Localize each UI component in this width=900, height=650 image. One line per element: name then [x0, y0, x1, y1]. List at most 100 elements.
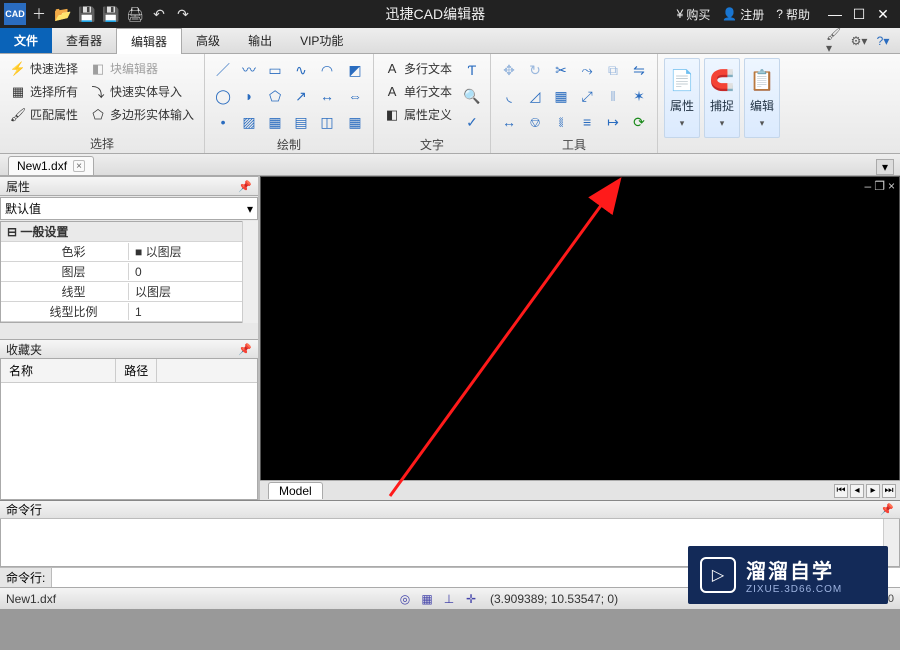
settings-dropdown-icon[interactable]: ⚙▾	[850, 32, 868, 50]
refresh-icon[interactable]: ⟳	[627, 110, 651, 134]
edit-button[interactable]: 📋 编辑▾	[744, 58, 780, 138]
help-button[interactable]: ?帮助	[772, 6, 814, 23]
region-icon[interactable]: ▦	[263, 110, 287, 134]
doc-close-icon[interactable]: ×	[888, 179, 895, 193]
grid-icon[interactable]: ▦	[343, 110, 367, 134]
print-icon[interactable]: 🖨	[124, 3, 146, 25]
properties-button[interactable]: 📄 属性▾	[664, 58, 700, 138]
buy-button[interactable]: ¥购买	[673, 6, 715, 23]
tab-advanced[interactable]: 高级	[182, 28, 234, 53]
doc-tabs-more-icon[interactable]: ▾	[876, 159, 894, 175]
hatch-icon[interactable]: ▨	[237, 110, 261, 134]
fav-col-path[interactable]: 路径	[116, 359, 157, 382]
point-icon[interactable]: •	[211, 110, 235, 134]
favorites-panel-header[interactable]: 收藏夹 📌	[0, 339, 258, 359]
tab-vip[interactable]: VIP功能	[286, 28, 357, 53]
chamfer-icon[interactable]: ◿	[523, 84, 547, 108]
array-icon[interactable]: ▦	[549, 84, 573, 108]
fav-col-name[interactable]: 名称	[1, 359, 116, 382]
properties-selector[interactable]: 默认值▾	[0, 197, 258, 220]
match-props-button[interactable]: 🖌匹配属性	[6, 104, 82, 125]
properties-panel-header[interactable]: 属性 📌	[0, 176, 258, 196]
extend-icon[interactable]: ⤳	[575, 58, 599, 82]
prop-row-linescale[interactable]: 线型比例1	[1, 302, 257, 322]
status-polar-icon[interactable]: ✛	[462, 591, 480, 607]
solid-import-button[interactable]: ⤵快速实体导入	[86, 81, 198, 102]
open-icon[interactable]: 📂	[52, 3, 74, 25]
tab-nav-last-icon[interactable]: ⏭	[882, 484, 896, 498]
pin-icon[interactable]: 📌	[880, 503, 894, 516]
pin-icon[interactable]: 📌	[238, 343, 252, 356]
status-ortho-icon[interactable]: ⊥	[440, 591, 458, 607]
doc-close-icon[interactable]: ×	[73, 160, 85, 172]
trim-icon[interactable]: ✂	[549, 58, 573, 82]
polyline-icon[interactable]: 〰	[237, 58, 261, 82]
rect-icon[interactable]: ▭	[263, 58, 287, 82]
doc-minimize-icon[interactable]: –	[865, 179, 872, 193]
command-header[interactable]: 命令行 📌	[0, 501, 900, 519]
tab-editor[interactable]: 编辑器	[116, 28, 182, 54]
status-grid-icon[interactable]: ▦	[418, 591, 436, 607]
dims-icon[interactable]: ⇔	[343, 84, 367, 108]
block-insert-icon[interactable]: ◩	[343, 58, 367, 82]
select-all-button[interactable]: ▦选择所有	[6, 81, 82, 102]
table-icon[interactable]: ▤	[289, 110, 313, 134]
align-icon[interactable]: ≡	[575, 110, 599, 134]
prop-section-general[interactable]: ⊟ 一般设置	[1, 222, 257, 242]
quick-select-button[interactable]: ⚡快速选择	[6, 58, 82, 79]
status-snap-icon[interactable]: ◎	[396, 591, 414, 607]
close-icon[interactable]: ✕	[872, 4, 894, 24]
app-icon[interactable]: CAD	[4, 3, 26, 25]
circle-icon[interactable]: ◯	[211, 84, 235, 108]
lengthen-icon[interactable]: ↦	[601, 110, 625, 134]
save-icon[interactable]: 💾	[76, 3, 98, 25]
prop-row-color[interactable]: 色彩■ 以图层	[1, 242, 257, 262]
document-tab[interactable]: New1.dxf ×	[8, 156, 94, 175]
register-button[interactable]: 👤注册	[718, 6, 768, 23]
model-tab[interactable]: Model	[268, 482, 323, 499]
break-icon[interactable]: ⎊	[523, 110, 547, 134]
tab-output[interactable]: 输出	[234, 28, 286, 53]
text-find-icon[interactable]: 🔍	[460, 84, 484, 108]
new-icon[interactable]: ＋	[28, 3, 50, 25]
attrdef-button[interactable]: ◧属性定义	[380, 104, 456, 125]
tab-file[interactable]: 文件	[0, 28, 52, 53]
tab-viewer[interactable]: 查看器	[52, 28, 116, 53]
command-history[interactable]	[0, 519, 900, 567]
line-icon[interactable]: ／	[211, 58, 235, 82]
explode-icon[interactable]: ✶	[627, 84, 651, 108]
mirror-icon[interactable]: ⇋	[627, 58, 651, 82]
doc-restore-icon[interactable]: ❐	[874, 179, 885, 193]
polygon-icon[interactable]: ⬠	[263, 84, 287, 108]
style-dropdown-icon[interactable]: 🖌▾	[826, 32, 844, 50]
xline-icon[interactable]: ↔	[315, 84, 339, 108]
text-button[interactable]: A单行文本	[380, 81, 456, 102]
drawing-canvas[interactable]: – ❐ ×	[261, 177, 899, 499]
mtext-button[interactable]: A多行文本	[380, 58, 456, 79]
snap-button[interactable]: 🧲 捕捉▾	[704, 58, 740, 138]
maximize-icon[interactable]: ☐	[848, 4, 870, 24]
join-icon[interactable]: ⧛	[549, 110, 573, 134]
scrollbar-thumb[interactable]	[244, 223, 257, 263]
tab-nav-next-icon[interactable]: ▸	[866, 484, 880, 498]
prop-row-linetype[interactable]: 线型以图层	[1, 282, 257, 302]
minimize-icon[interactable]: —	[824, 4, 846, 24]
arc-icon[interactable]: ◠	[315, 58, 339, 82]
ellipse-icon[interactable]: ◗	[237, 84, 261, 108]
tab-nav-first-icon[interactable]: ⏮	[834, 484, 848, 498]
prop-row-layer[interactable]: 图层0	[1, 262, 257, 282]
save-all-icon[interactable]: 💾	[100, 3, 122, 25]
text-spell-icon[interactable]: ✓	[460, 110, 484, 134]
undo-icon[interactable]: ↶	[148, 3, 170, 25]
scale-icon[interactable]: ⤢	[575, 84, 599, 108]
spline-icon[interactable]: ∿	[289, 58, 313, 82]
text-style-icon[interactable]: Ƭ	[460, 58, 484, 82]
ray-icon[interactable]: ↗	[289, 84, 313, 108]
command-input[interactable]	[52, 568, 900, 587]
boundary-icon[interactable]: ◫	[315, 110, 339, 134]
stretch-icon[interactable]: ↔	[497, 110, 521, 134]
tab-nav-prev-icon[interactable]: ◂	[850, 484, 864, 498]
pin-icon[interactable]: 📌	[238, 180, 252, 193]
help-dropdown-icon[interactable]: ?▾	[874, 32, 892, 50]
fillet-icon[interactable]: ◟	[497, 84, 521, 108]
